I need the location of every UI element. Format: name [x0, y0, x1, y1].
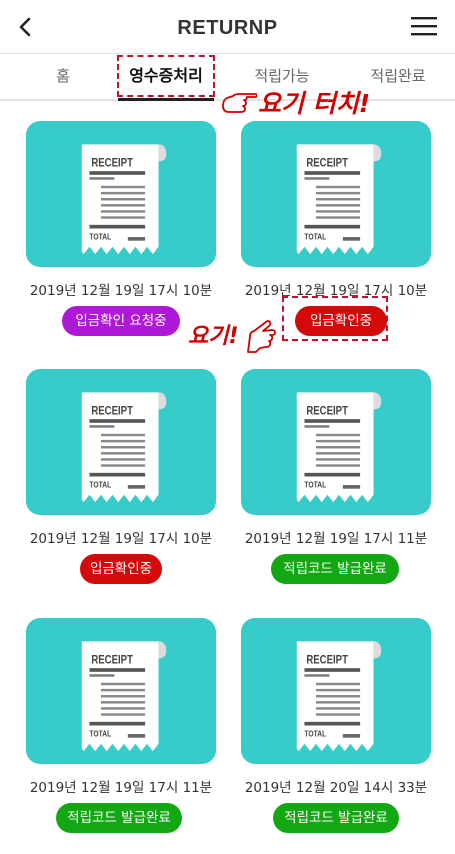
receipt-thumbnail[interactable]: RECEIPT TOTAL: [241, 121, 431, 267]
receipt-thumbnail[interactable]: RECEIPT TOTAL: [241, 369, 431, 515]
receipt-thumbnail[interactable]: RECEIPT TOTAL: [26, 369, 216, 515]
app-header: RETURNP: [0, 0, 455, 54]
receipt-card: RECEIPT TOTAL 2019년 12월 20일 14시 33분 적립코드…: [241, 618, 431, 834]
receipt-date: 2019년 12월 19일 17시 10분: [29, 283, 213, 299]
receipt-icon: RECEIPT TOTAL: [76, 137, 172, 259]
receipt-icon: RECEIPT TOTAL: [76, 385, 172, 507]
pointing-hand-icon: [221, 84, 258, 116]
receipt-header-text: RECEIPT: [306, 653, 348, 666]
receipt-card: RECEIPT TOTAL 2019년 12월 19일 17시 11분 적립코드…: [241, 369, 431, 585]
app-title: RETURNP: [177, 17, 278, 39]
receipt-total-text: TOTAL: [304, 232, 326, 242]
receipt-icon: RECEIPT TOTAL: [291, 634, 387, 756]
tab-home[interactable]: 홈: [20, 55, 106, 99]
tab-receipt-processing[interactable]: 영수증처리: [118, 55, 214, 99]
receipt-card: RECEIPT TOTAL 2019년 12월 19일 17시 11분 적립코드…: [26, 618, 216, 834]
receipt-date: 2019년 12월 19일 17시 10분: [29, 531, 213, 547]
tab-earned[interactable]: 적립완료: [352, 55, 444, 99]
receipt-total-text: TOTAL: [89, 729, 111, 739]
status-badge[interactable]: 적립코드 발급완료: [271, 554, 399, 584]
receipt-header-text: RECEIPT: [306, 156, 348, 169]
receipt-thumbnail[interactable]: RECEIPT TOTAL: [26, 618, 216, 764]
receipt-date: 2019년 12월 20일 14시 33분: [244, 780, 428, 796]
receipt-card: RECEIPT TOTAL 2019년 12월 19일 17시 10분 입금확인…: [26, 369, 216, 585]
receipt-header-text: RECEIPT: [306, 404, 348, 417]
receipt-date: 2019년 12월 19일 17시 10분: [244, 283, 428, 299]
receipt-total-text: TOTAL: [304, 729, 326, 739]
receipt-date: 2019년 12월 19일 17시 11분: [29, 780, 213, 796]
receipt-thumbnail[interactable]: RECEIPT TOTAL: [26, 121, 216, 267]
status-badge[interactable]: 입금확인 요청중: [62, 306, 180, 336]
status-badge[interactable]: 적립코드 발급완료: [273, 803, 399, 833]
menu-button[interactable]: [411, 14, 437, 38]
receipt-card: RECEIPT TOTAL 2019년 12월 19일 17시 10분 입금확인…: [241, 121, 431, 337]
receipt-card: RECEIPT TOTAL 2019년 12월 19일 17시 10분 입금확인…: [26, 121, 216, 337]
receipt-thumbnail[interactable]: RECEIPT TOTAL: [241, 618, 431, 764]
receipt-icon: RECEIPT TOTAL: [291, 385, 387, 507]
receipt-total-text: TOTAL: [304, 480, 326, 490]
active-tab-indicator: [118, 98, 214, 101]
status-badge[interactable]: 적립코드 발급완료: [56, 803, 182, 833]
receipt-header-text: RECEIPT: [91, 156, 133, 169]
receipt-icon: RECEIPT TOTAL: [76, 634, 172, 756]
hamburger-menu-icon: [411, 17, 437, 36]
receipt-header-text: RECEIPT: [91, 404, 133, 417]
receipt-icon: RECEIPT TOTAL: [291, 137, 387, 259]
status-badge[interactable]: 입금확인중: [295, 306, 387, 336]
receipt-total-text: TOTAL: [89, 232, 111, 242]
receipt-header-text: RECEIPT: [91, 653, 133, 666]
status-badge[interactable]: 입금확인중: [80, 554, 162, 584]
receipt-total-text: TOTAL: [89, 480, 111, 490]
receipt-date: 2019년 12월 19일 17시 11분: [244, 531, 428, 547]
